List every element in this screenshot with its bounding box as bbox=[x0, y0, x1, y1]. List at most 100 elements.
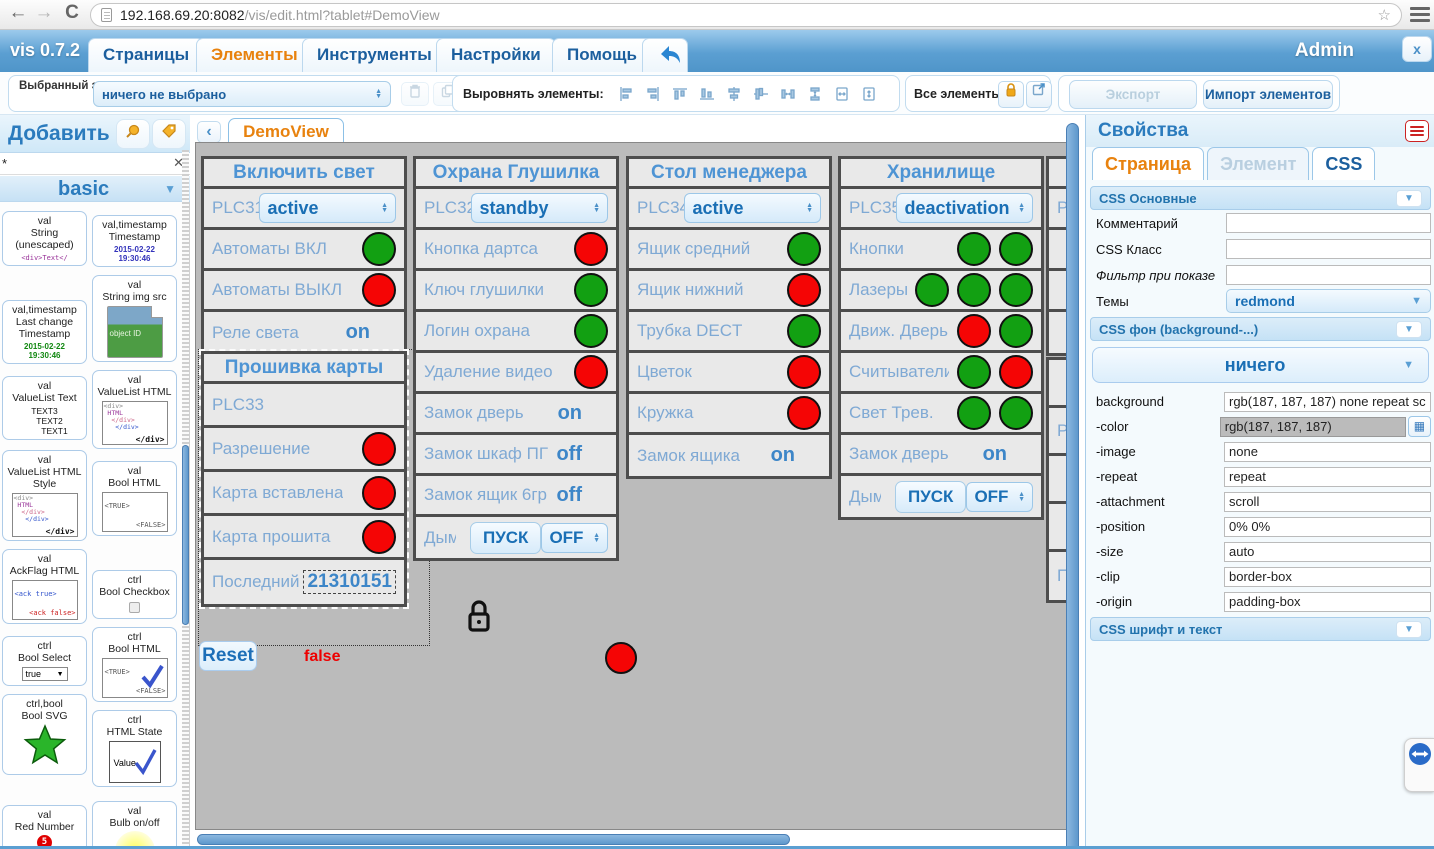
panel-Охрана Глушилка[interactable]: Охрана Глушилка PLC32 standby ▲ ▼ Кнопка дарт… bbox=[413, 156, 619, 561]
prop-input[interactable] bbox=[1224, 491, 1431, 512]
panel-row: Кружка bbox=[629, 394, 829, 435]
delete-widget-button[interactable] bbox=[401, 82, 429, 106]
prop-input[interactable] bbox=[1219, 416, 1406, 437]
widget-card-bool-svg[interactable]: ctrl,bool Bool SVG bbox=[2, 694, 87, 775]
menu-tab-tools[interactable]: Инструменты bbox=[302, 38, 447, 72]
canvas-vscrollbar-thumb[interactable] bbox=[1066, 123, 1079, 849]
widget-card-bool-html[interactable]: ctrl Bool HTML <TRUE> <FALSE> bbox=[92, 627, 177, 702]
row-select[interactable]: active ▲ ▼ bbox=[259, 193, 396, 223]
panel-Прошивка карты[interactable]: Прошивка карты PLC33 Разрешение Карта встав… bbox=[199, 349, 409, 609]
widget-card-string-img-src[interactable]: val String img src object ID bbox=[92, 275, 177, 362]
browser-reload-icon[interactable]: C bbox=[60, 2, 84, 24]
collapse-icon[interactable]: ▼ bbox=[1396, 320, 1422, 338]
palette-tag-button[interactable] bbox=[152, 119, 186, 149]
prop-input[interactable] bbox=[1224, 591, 1431, 612]
panel-Включить свет[interactable]: Включить свет PLC31 active ▲ ▼ Автоматы ВКЛ Ав… bbox=[201, 156, 407, 356]
widget-card-string-unescaped-[interactable]: val String (unescaped) <div>Text</ bbox=[2, 211, 87, 266]
red-indicator-widget[interactable] bbox=[605, 642, 637, 674]
bookmark-star-icon[interactable]: ☆ bbox=[1378, 6, 1391, 24]
import-widgets-button[interactable]: Импорт элементов bbox=[1203, 80, 1333, 109]
prop-input[interactable] bbox=[1224, 566, 1431, 587]
undo-button[interactable] bbox=[642, 38, 688, 72]
start-button[interactable]: ПУСК bbox=[894, 480, 967, 513]
widget-card-bulb-on-off[interactable]: val Bulb on/off bbox=[92, 801, 177, 849]
prop-input[interactable] bbox=[1226, 239, 1431, 259]
lock-all-button[interactable] bbox=[998, 81, 1024, 108]
color-picker-button[interactable]: ▦ bbox=[1407, 416, 1431, 437]
palette-search-button[interactable] bbox=[116, 119, 150, 149]
browser-menu-icon[interactable] bbox=[1410, 7, 1430, 23]
widget-card-bool-checkbox[interactable]: ctrl Bool Checkbox bbox=[92, 570, 177, 619]
row-select[interactable]: OFF ▲ ▼ bbox=[966, 481, 1033, 512]
menu-tab-settings[interactable]: Настройки bbox=[436, 38, 556, 72]
view-tab-demoview[interactable]: DemoView bbox=[228, 118, 344, 143]
prop-input[interactable] bbox=[1224, 516, 1431, 537]
properties-menu-button[interactable] bbox=[1405, 120, 1429, 142]
selected-element-select[interactable]: ничего не выбрано ▲ ▼ bbox=[93, 81, 391, 107]
palette-group-basic[interactable]: basic ▼ bbox=[0, 175, 190, 202]
widget-card-valuelist-html[interactable]: val ValueList HTML <div> HTML </div> </div… bbox=[92, 370, 177, 449]
widget-card-ackflag-html[interactable]: val AckFlag HTML <ack true> <ack false> bbox=[2, 549, 87, 624]
section-css-background[interactable]: CSS фон (background-...) ▼ bbox=[1090, 317, 1431, 341]
align-distribute-vertical-button[interactable] bbox=[804, 81, 826, 107]
export-widgets-button[interactable]: Экспорт элементов bbox=[1069, 80, 1197, 129]
widget-card-bool-select[interactable]: ctrl Bool Select true ▼ bbox=[2, 636, 87, 686]
align-align-bottom-button[interactable] bbox=[696, 81, 718, 107]
prop-input[interactable] bbox=[1224, 391, 1431, 412]
padlock-widget[interactable] bbox=[464, 598, 494, 641]
row-select[interactable]: standby ▲ ▼ bbox=[471, 193, 608, 223]
theme-select[interactable]: redmond ▼ bbox=[1226, 289, 1431, 313]
pin-value[interactable]: 21310151 bbox=[303, 570, 396, 594]
align-distribute-horizontal-button[interactable] bbox=[777, 81, 799, 107]
align-align-right-button[interactable] bbox=[642, 81, 664, 107]
widget-card-html-state[interactable]: ctrl HTML State Value bbox=[92, 710, 177, 787]
widget-card-red-number[interactable]: val Red Number 5 bbox=[2, 805, 87, 849]
background-preset-select[interactable]: ничего ▼ bbox=[1092, 347, 1429, 383]
align-align-top-button[interactable] bbox=[669, 81, 691, 107]
palette-scrollbar-thumb[interactable] bbox=[182, 445, 189, 625]
widget-card-last-change-timestamp[interactable]: val,timestamp Last change Timestamp 2015-0… bbox=[2, 300, 87, 364]
browser-back-icon[interactable]: ← bbox=[6, 2, 30, 24]
menu-tab-help[interactable]: Помощь bbox=[552, 38, 652, 72]
prop-input[interactable] bbox=[1226, 213, 1431, 233]
prop-input[interactable] bbox=[1224, 541, 1431, 562]
widget-card-valuelist-html-style[interactable]: val ValueList HTML Style <div> HTML </div>… bbox=[2, 450, 87, 541]
url-bar[interactable]: 192.168.69.20:8082 /vis/edit.html?tablet… bbox=[90, 3, 1402, 27]
row-select[interactable]: OFF ▲ ▼ bbox=[541, 522, 608, 553]
section-css-font[interactable]: CSS шрифт и текст ▼ bbox=[1090, 617, 1431, 641]
panel-Хранилище[interactable]: Хранилище PLC35 deactivation ▲ ▼ Кнопки Лазеры… bbox=[838, 156, 1044, 520]
align-same-height-button[interactable] bbox=[858, 81, 880, 107]
panel-Стол менеджера[interactable]: Стол менеджера PLC34 active ▲ ▼ Ящик средний Я… bbox=[626, 156, 832, 479]
collapse-icon[interactable]: ▼ bbox=[1396, 620, 1422, 638]
prop-input[interactable] bbox=[1224, 466, 1431, 487]
align-same-width-button[interactable] bbox=[831, 81, 853, 107]
canvas-surface[interactable]: Reset false Включить свет PLC31 active ▲ ▼ Ав… bbox=[195, 142, 1070, 830]
tab-element[interactable]: Элемент bbox=[1207, 147, 1310, 180]
align-align-left-button[interactable] bbox=[615, 81, 637, 107]
canvas-hscrollbar-thumb[interactable] bbox=[197, 834, 790, 845]
palette-filter-input[interactable] bbox=[2, 154, 170, 173]
tab-page[interactable]: Страница bbox=[1092, 147, 1205, 180]
open-runtime-button[interactable] bbox=[1026, 81, 1052, 108]
reset-button[interactable]: Reset bbox=[199, 641, 257, 671]
false-value-text[interactable]: false bbox=[304, 648, 340, 666]
align-center-horizontal-button[interactable] bbox=[750, 81, 772, 107]
widget-card-valuelist-text[interactable]: val ValueList Text TEXT3 TEXT2 TEXT1 bbox=[2, 376, 87, 440]
menu-tab-pages[interactable]: Страницы bbox=[88, 38, 205, 72]
prop-input[interactable] bbox=[1224, 441, 1431, 462]
views-prev-button[interactable]: ‹ bbox=[197, 121, 221, 143]
widget-card-timestamp[interactable]: val,timestamp Timestamp 2015-02-22 19:30:46 bbox=[92, 215, 177, 267]
row-select[interactable]: active ▲ ▼ bbox=[684, 193, 821, 223]
row-select[interactable]: deactivation ▲ ▼ bbox=[896, 193, 1033, 223]
prop-input[interactable] bbox=[1226, 265, 1431, 285]
teamviewer-badge[interactable] bbox=[1404, 738, 1434, 792]
widget-card-bool-html[interactable]: val Bool HTML <TRUE> <FALSE> bbox=[92, 461, 177, 536]
start-button[interactable]: ПУСК bbox=[469, 521, 542, 554]
menu-tab-elements[interactable]: Элементы bbox=[196, 38, 313, 72]
tab-css[interactable]: CSS bbox=[1312, 147, 1376, 180]
section-css-main[interactable]: CSS Основные ▼ bbox=[1090, 186, 1431, 210]
align-center-vertical-button[interactable] bbox=[723, 81, 745, 107]
close-button[interactable]: x bbox=[1402, 36, 1432, 62]
browser-forward-icon[interactable]: → bbox=[32, 2, 56, 24]
collapse-icon[interactable]: ▼ bbox=[1396, 189, 1422, 207]
